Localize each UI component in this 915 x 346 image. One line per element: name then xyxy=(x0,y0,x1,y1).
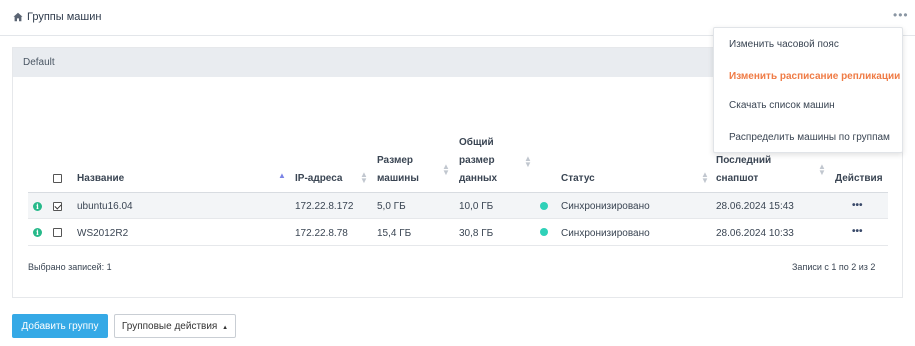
info-icon[interactable]: i xyxy=(33,202,42,211)
info-icon[interactable]: i xyxy=(33,228,42,237)
more-menu-button[interactable]: ••• xyxy=(893,8,909,22)
menu-item-change-timezone[interactable]: Изменить часовой пояс xyxy=(729,39,839,50)
column-size[interactable]: Размер машины xyxy=(377,152,419,188)
add-group-button[interactable]: Добавить группу xyxy=(12,314,108,338)
pagination-info: Записи с 1 по 2 из 2 xyxy=(792,262,876,272)
menu-item-change-replication-schedule[interactable]: Изменить расписание репликации xyxy=(729,71,900,82)
menu-item-distribute-machines[interactable]: Распределить машины по группам xyxy=(729,132,890,143)
machine-total: 10,0 ГБ xyxy=(459,201,494,212)
column-total[interactable]: Общий размер данных xyxy=(459,134,497,188)
table-row[interactable]: i WS2012R2 172.22.8.78 15,4 ГБ 30,8 ГБ С… xyxy=(28,220,888,246)
column-snapshot[interactable]: Последний снапшот xyxy=(716,152,771,188)
column-ip[interactable]: IP-адреса xyxy=(295,170,342,188)
sort-icon[interactable]: ▲ ▼ xyxy=(701,171,709,185)
sort-asc-icon[interactable]: ▲ xyxy=(278,172,286,180)
machine-name[interactable]: WS2012R2 xyxy=(77,228,128,239)
more-menu-dropdown: Изменить часовой пояс Изменить расписани… xyxy=(713,27,903,153)
machine-status: Синхронизировано xyxy=(561,201,650,212)
selected-count: Выбрано записей: 1 xyxy=(28,262,112,272)
page-title: Группы машин xyxy=(13,11,101,23)
sort-icon[interactable]: ▲ ▼ xyxy=(818,163,826,177)
home-icon xyxy=(13,12,23,22)
machine-size: 5,0 ГБ xyxy=(377,201,406,212)
group-name: Default xyxy=(23,57,55,68)
row-actions-button[interactable]: ••• xyxy=(852,226,863,237)
machine-name[interactable]: ubuntu16.04 xyxy=(77,201,133,212)
row-actions-button[interactable]: ••• xyxy=(852,200,863,211)
group-actions-label: Групповые действия xyxy=(121,320,218,332)
row-checkbox[interactable] xyxy=(53,202,62,211)
group-actions-button[interactable]: Групповые действия ▲ xyxy=(114,314,236,338)
column-actions: Действия xyxy=(835,173,883,184)
machine-ip: 172.22.8.172 xyxy=(295,201,354,212)
table-row[interactable]: i ubuntu16.04 172.22.8.172 5,0 ГБ 10,0 Г… xyxy=(28,193,888,219)
machine-total: 30,8 ГБ xyxy=(459,228,494,239)
machine-ip: 172.22.8.78 xyxy=(295,228,348,239)
status-dot-icon xyxy=(540,228,548,236)
sort-icon[interactable]: ▲ ▼ xyxy=(524,155,532,169)
machine-snapshot: 28.06.2024 10:33 xyxy=(716,228,794,239)
select-all-checkbox[interactable] xyxy=(53,174,62,183)
sort-icon[interactable]: ▲ ▼ xyxy=(442,163,450,177)
column-status[interactable]: Статус xyxy=(561,170,595,188)
sort-icon[interactable]: ▲ ▼ xyxy=(360,171,368,185)
machine-size: 15,4 ГБ xyxy=(377,228,412,239)
machine-status: Синхронизировано xyxy=(561,228,650,239)
machine-snapshot: 28.06.2024 15:43 xyxy=(716,201,794,212)
page-title-text: Группы машин xyxy=(27,11,102,23)
column-name[interactable]: Название xyxy=(77,170,124,188)
status-dot-icon xyxy=(540,202,548,210)
row-checkbox[interactable] xyxy=(53,228,62,237)
caret-up-icon: ▲ xyxy=(222,324,229,331)
menu-item-download-machine-list[interactable]: Скачать список машин xyxy=(729,100,835,111)
